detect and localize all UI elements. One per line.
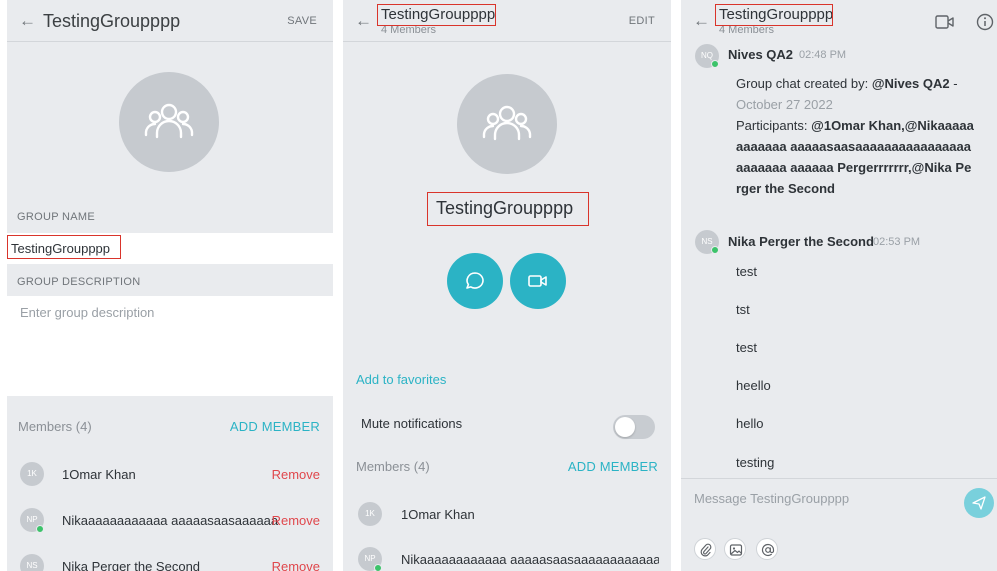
member-name: Nika Perger the Second [62, 559, 201, 571]
avatar: NS [20, 554, 44, 571]
back-arrow-icon[interactable]: ← [355, 12, 372, 29]
chat-bubble-icon [466, 272, 484, 289]
mute-notifications-toggle[interactable] [613, 415, 655, 439]
group-avatar [457, 74, 557, 174]
highlight-box [377, 4, 496, 26]
message-text: - [949, 76, 958, 91]
back-arrow-icon[interactable]: ← [19, 12, 36, 29]
video-camera-icon [528, 275, 547, 287]
edit-button[interactable]: EDIT [629, 15, 655, 27]
avatar: 1K [20, 462, 44, 486]
member-name: 1Omar Khan [62, 467, 136, 482]
member-name: Nikaaaaaaaaaaaa aaaaasaasaaaaaaa... [62, 513, 278, 528]
add-member-button[interactable]: ADD MEMBER [568, 459, 658, 474]
message-text: test [736, 340, 757, 355]
member-row: NP Nikaaaaaaaaaaaa aaaaasaasaaaaaaa... R… [7, 499, 333, 541]
header-title: TestingGroupppp [43, 11, 181, 31]
mute-notifications-label: Mute notifications [361, 416, 463, 431]
mention-button[interactable] [756, 538, 778, 560]
message-composer: Message TestingGroupppp [681, 478, 997, 571]
highlight-box [7, 235, 121, 259]
message-author: Nives QA2 [728, 47, 794, 62]
add-member-button[interactable]: ADD MEMBER [230, 419, 320, 434]
avatar: 1K [358, 502, 382, 526]
online-status-dot [374, 564, 382, 571]
group-name-label: GROUP NAME [17, 211, 95, 223]
edit-group-header: ← TestingGroupppp SAVE [7, 0, 333, 42]
message-text: test [736, 264, 757, 279]
back-arrow-icon[interactable]: ← [693, 12, 710, 29]
creator-mention[interactable]: @Nives QA2 [872, 76, 950, 91]
toggle-knob [615, 417, 635, 437]
paperclip-icon [700, 543, 712, 557]
system-message: Group chat created by: @Nives QA2 - Octo… [736, 73, 976, 199]
member-row[interactable]: 1K 1Omar Khan [343, 493, 671, 535]
online-status-dot [36, 525, 44, 533]
online-status-dot [711, 60, 719, 68]
info-icon[interactable] [976, 13, 994, 31]
member-name: 1Omar Khan [401, 507, 475, 522]
video-camera-icon[interactable] [935, 14, 955, 30]
member-name: Nikaaaaaaaaaaaa aaaaasaasaaaaaaaaaaaaaaa… [401, 552, 659, 567]
remove-member-button[interactable]: Remove [272, 467, 320, 482]
send-icon [972, 496, 986, 510]
attach-button[interactable] [694, 538, 716, 560]
message-time: 02:48 PM [799, 49, 847, 61]
message-text: testing [736, 455, 775, 470]
member-row: NS Nika Perger the Second Remove [7, 545, 333, 571]
at-sign-icon [761, 543, 775, 557]
chat-button[interactable] [447, 253, 503, 309]
members-count-label: Members (4) [18, 419, 92, 434]
message-text: hello [736, 416, 764, 431]
creation-date: October 27 2022 [736, 97, 833, 112]
group-description-label: GROUP DESCRIPTION [17, 276, 141, 288]
member-row: 1K 1Omar Khan Remove [7, 453, 333, 495]
image-button[interactable] [724, 538, 746, 560]
save-button[interactable]: SAVE [287, 15, 317, 27]
member-row[interactable]: NP Nikaaaaaaaaaaaa aaaaasaasaaaaaaaaaaaa… [343, 538, 671, 571]
group-users-icon [144, 103, 194, 139]
group-name-title: TestingGroupppp [436, 198, 574, 218]
group-description-field[interactable]: Enter group description [7, 296, 333, 396]
online-status-dot [711, 246, 719, 254]
add-to-favorites-link[interactable]: Add to favorites [356, 372, 446, 387]
video-call-button[interactable] [510, 253, 566, 309]
participants-label: Participants: [736, 118, 812, 133]
group-info-panel: ← TestingGroupppp 4 Members EDIT Testing… [343, 0, 671, 571]
group-avatar[interactable] [119, 72, 219, 172]
group-users-icon [482, 105, 532, 141]
message-text: Group chat created by: [736, 76, 872, 91]
send-button[interactable] [964, 488, 994, 518]
group-description-input[interactable]: Enter group description [20, 305, 154, 320]
message-author: Nika Perger the Second [728, 234, 874, 249]
members-count-label: Members (4) [356, 459, 430, 474]
message-text: heello [736, 378, 771, 393]
remove-member-button[interactable]: Remove [272, 559, 320, 571]
chat-panel: ← TestingGroupppp 4 Members NQ Nives QA2… [681, 0, 997, 571]
message-time: 02:53 PM [873, 236, 921, 248]
highlight-box [715, 4, 833, 26]
edit-group-panel: ← TestingGroupppp SAVE GROUP NAME Testin… [7, 0, 333, 571]
image-icon [729, 544, 743, 556]
message-text: tst [736, 302, 750, 317]
remove-member-button[interactable]: Remove [272, 513, 320, 528]
message-input[interactable]: Message TestingGroupppp [694, 491, 849, 506]
